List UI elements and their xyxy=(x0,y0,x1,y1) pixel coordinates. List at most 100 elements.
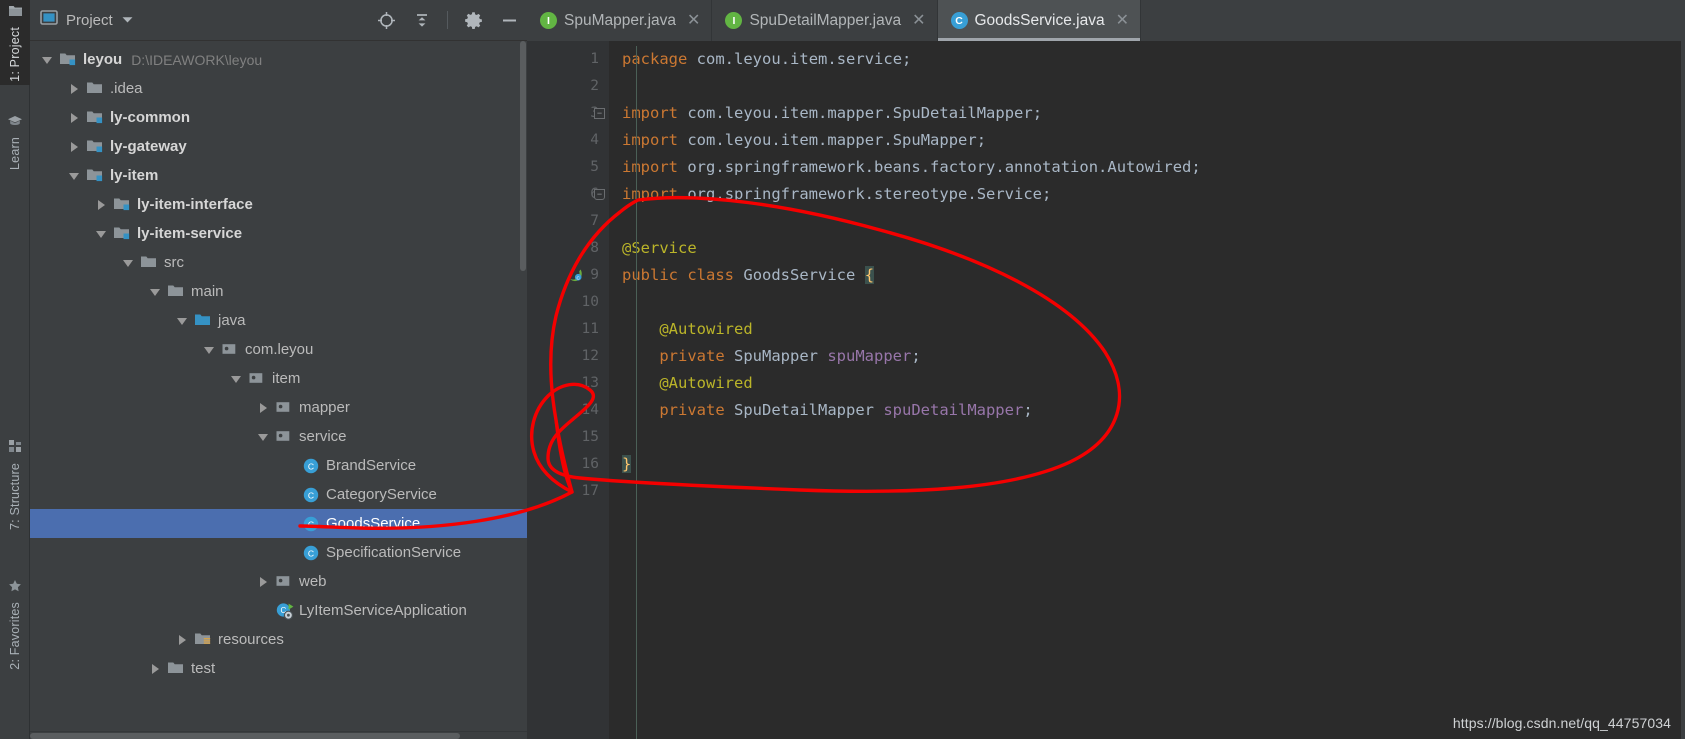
code-line[interactable]: import com.leyou.item.mapper.SpuMapper; xyxy=(609,127,1685,154)
structure-icon xyxy=(8,439,22,458)
code-editor[interactable]: 1234567891011121314151617−−C package com… xyxy=(527,41,1685,739)
collapse-all-icon[interactable] xyxy=(411,9,433,31)
editor-code-pane[interactable]: package com.leyou.item.service; import c… xyxy=(609,41,1685,739)
tree-row[interactable]: java xyxy=(30,306,527,335)
code-line[interactable] xyxy=(609,478,1685,505)
tree-row[interactable]: resources xyxy=(30,625,527,654)
chevron-right-icon[interactable] xyxy=(175,632,191,648)
code-line[interactable] xyxy=(609,208,1685,235)
gear-icon[interactable] xyxy=(462,9,484,31)
tree-row-label: GoodsService xyxy=(326,515,421,532)
code-line[interactable]: @Service xyxy=(609,235,1685,262)
code-line[interactable] xyxy=(609,289,1685,316)
close-icon[interactable]: ✕ xyxy=(1116,12,1129,29)
chevron-right-icon[interactable] xyxy=(256,574,272,590)
code-line[interactable]: package com.leyou.item.service; xyxy=(609,46,1685,73)
minimize-icon[interactable] xyxy=(498,9,520,31)
project-tree[interactable]: leyou D:\IDEAWORK\leyou .idea ly-common ly-g… xyxy=(30,41,527,739)
tree-row[interactable]: ly-gateway xyxy=(30,132,527,161)
editor-tab[interactable]: I SpuMapper.java ✕ xyxy=(527,0,713,41)
tree-row[interactable]: ly-common xyxy=(30,103,527,132)
tree-row[interactable]: web xyxy=(30,567,527,596)
package-icon xyxy=(275,399,293,417)
line-number: 16 xyxy=(581,456,599,472)
chevron-right-icon[interactable] xyxy=(148,661,164,677)
tree-row[interactable]: ly-item-interface xyxy=(30,190,527,219)
close-icon[interactable]: ✕ xyxy=(687,12,700,29)
editor-tab[interactable]: I SpuDetailMapper.java ✕ xyxy=(712,0,938,41)
sidebar-tab-learn[interactable]: Learn xyxy=(0,110,30,173)
module-folder-icon xyxy=(86,167,104,185)
spring-boot-class-icon: C xyxy=(275,602,294,620)
code-line[interactable]: @Autowired xyxy=(609,316,1685,343)
java-class-icon: C xyxy=(302,544,320,562)
scrollbar-thumb-horizontal[interactable] xyxy=(30,733,460,739)
chevron-right-icon[interactable] xyxy=(67,81,83,97)
close-icon[interactable]: ✕ xyxy=(912,12,925,29)
tree-row[interactable]: src xyxy=(30,248,527,277)
chevron-right-icon[interactable] xyxy=(94,197,110,213)
sidebar-tab-project[interactable]: 1: Project xyxy=(0,0,30,85)
tree-row[interactable]: C LyItemServiceApplication xyxy=(30,596,527,625)
code-line[interactable]: @Autowired xyxy=(609,370,1685,397)
tree-row[interactable]: item xyxy=(30,364,527,393)
tree-row[interactable]: ly-item-service xyxy=(30,219,527,248)
code-line[interactable]: private SpuMapper spuMapper; xyxy=(609,343,1685,370)
tree-row-label: SpecificationService xyxy=(326,544,462,561)
chevron-down-icon[interactable] xyxy=(40,52,56,68)
project-panel-title-group[interactable]: Project xyxy=(40,10,375,30)
code-line[interactable] xyxy=(609,424,1685,451)
chevron-down-icon[interactable] xyxy=(121,255,137,271)
chevron-down-icon[interactable] xyxy=(175,313,191,329)
scrollbar-thumb[interactable] xyxy=(520,41,526,271)
project-tree-horizontal-scrollbar[interactable] xyxy=(30,731,527,739)
tree-row[interactable]: C BrandService xyxy=(30,451,527,480)
tree-row-label: mapper xyxy=(299,399,350,416)
chevron-down-icon[interactable] xyxy=(148,284,164,300)
tree-row-label: ly-item-interface xyxy=(137,196,253,213)
code-line[interactable]: import org.springframework.beans.factory… xyxy=(609,154,1685,181)
svg-text:C: C xyxy=(308,519,314,529)
sidebar-tab-structure[interactable]: 7: Structure xyxy=(0,435,30,533)
fold-minus-icon[interactable]: − xyxy=(594,108,605,119)
java-class-icon: C xyxy=(302,515,320,533)
editor-tab[interactable]: C GoodsService.java ✕ xyxy=(937,0,1141,41)
code-line[interactable]: import com.leyou.item.mapper.SpuDetailMa… xyxy=(609,100,1685,127)
chevron-down-icon[interactable] xyxy=(202,342,218,358)
chevron-right-icon[interactable] xyxy=(67,139,83,155)
chevron-right-icon[interactable] xyxy=(67,110,83,126)
code-line[interactable]: import org.springframework.stereotype.Se… xyxy=(609,181,1685,208)
tree-row[interactable]: C SpecificationService xyxy=(30,538,527,567)
tree-row[interactable]: main xyxy=(30,277,527,306)
fold-end-icon[interactable]: − xyxy=(594,189,605,200)
folder-icon xyxy=(167,283,185,301)
java-class-icon: C xyxy=(950,12,968,29)
editor-gutter[interactable]: 1234567891011121314151617−−C xyxy=(527,41,609,739)
chevron-down-icon[interactable] xyxy=(67,168,83,184)
editor-tab-bar[interactable]: I SpuMapper.java ✕ I SpuDetailMapper.java ✕ C G… xyxy=(527,0,1685,41)
chevron-down-icon[interactable] xyxy=(94,226,110,242)
tree-row-selected[interactable]: C GoodsService xyxy=(30,509,527,538)
chevron-down-icon[interactable] xyxy=(256,429,272,445)
chevron-right-icon[interactable] xyxy=(256,400,272,416)
tree-row[interactable]: leyou D:\IDEAWORK\leyou xyxy=(30,45,527,74)
tree-row[interactable]: mapper xyxy=(30,393,527,422)
tree-row[interactable]: ly-item xyxy=(30,161,527,190)
watermark-url: https://blog.csdn.net/qq_44757034 xyxy=(1452,715,1671,731)
tree-row[interactable]: com.leyou xyxy=(30,335,527,364)
code-line[interactable]: private SpuDetailMapper spuDetailMapper; xyxy=(609,397,1685,424)
tree-row[interactable]: .idea xyxy=(30,74,527,103)
chevron-down-icon[interactable] xyxy=(229,371,245,387)
sidebar-tab-favorites[interactable]: 2: Favorites xyxy=(0,575,30,673)
locate-icon[interactable] xyxy=(375,9,397,31)
tree-row[interactable]: C CategoryService xyxy=(30,480,527,509)
tree-row[interactable]: service xyxy=(30,422,527,451)
code-line[interactable]: } xyxy=(609,451,1685,478)
tree-row[interactable]: test xyxy=(30,654,527,683)
code-line[interactable]: public class GoodsService { xyxy=(609,262,1685,289)
code-line[interactable] xyxy=(609,73,1685,100)
spring-bean-icon[interactable]: C xyxy=(567,267,584,284)
chevron-down-icon[interactable] xyxy=(121,11,134,29)
project-tree-vertical-scrollbar[interactable] xyxy=(518,41,527,731)
